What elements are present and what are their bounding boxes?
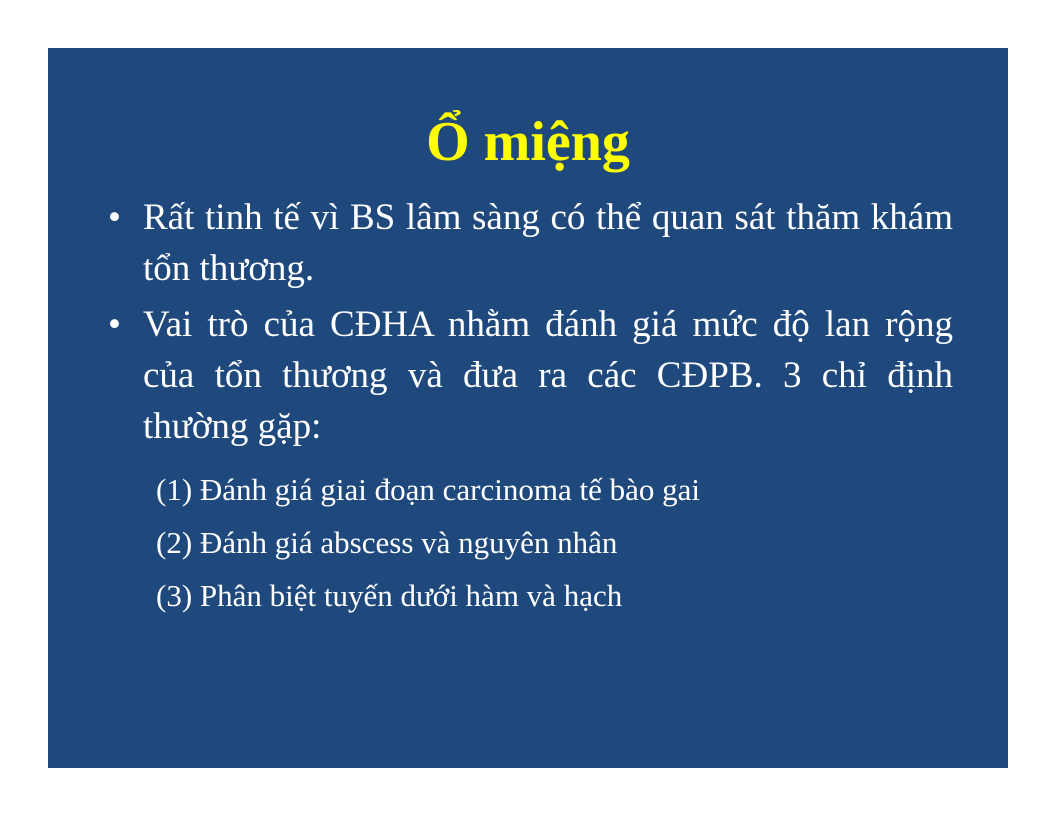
sub-item: (2) Đánh giá abscess và nguyên nhân bbox=[156, 525, 618, 560]
bullet-item: • Vai trò của CĐHA nhằm đánh giá mức độ … bbox=[108, 299, 953, 452]
slide: Ổ miệng • Rất tinh tế vì BS lâm sàng có … bbox=[48, 48, 1008, 768]
sub-item: (1) Đánh giá giai đoạn carcinoma tế bào … bbox=[156, 472, 700, 507]
sub-item-list: (1) Đánh giá giai đoạn carcinoma tế bào … bbox=[156, 463, 700, 622]
bullet-text: Vai trò của CĐHA nhằm đánh giá mức độ la… bbox=[143, 304, 953, 447]
bullet-marker: • bbox=[108, 197, 121, 238]
slide-title: Ổ miệng bbox=[426, 111, 630, 173]
sub-item: (3) Phân biệt tuyến dưới hàm và hạch bbox=[156, 578, 623, 613]
bullet-list: • Rất tinh tế vì BS lâm sàng có thể quan… bbox=[108, 192, 953, 457]
bullet-text: Rất tinh tế vì BS lâm sàng có thể quan s… bbox=[143, 197, 953, 289]
bullet-item: • Rất tinh tế vì BS lâm sàng có thể quan… bbox=[108, 192, 953, 294]
bullet-marker: • bbox=[108, 304, 121, 345]
